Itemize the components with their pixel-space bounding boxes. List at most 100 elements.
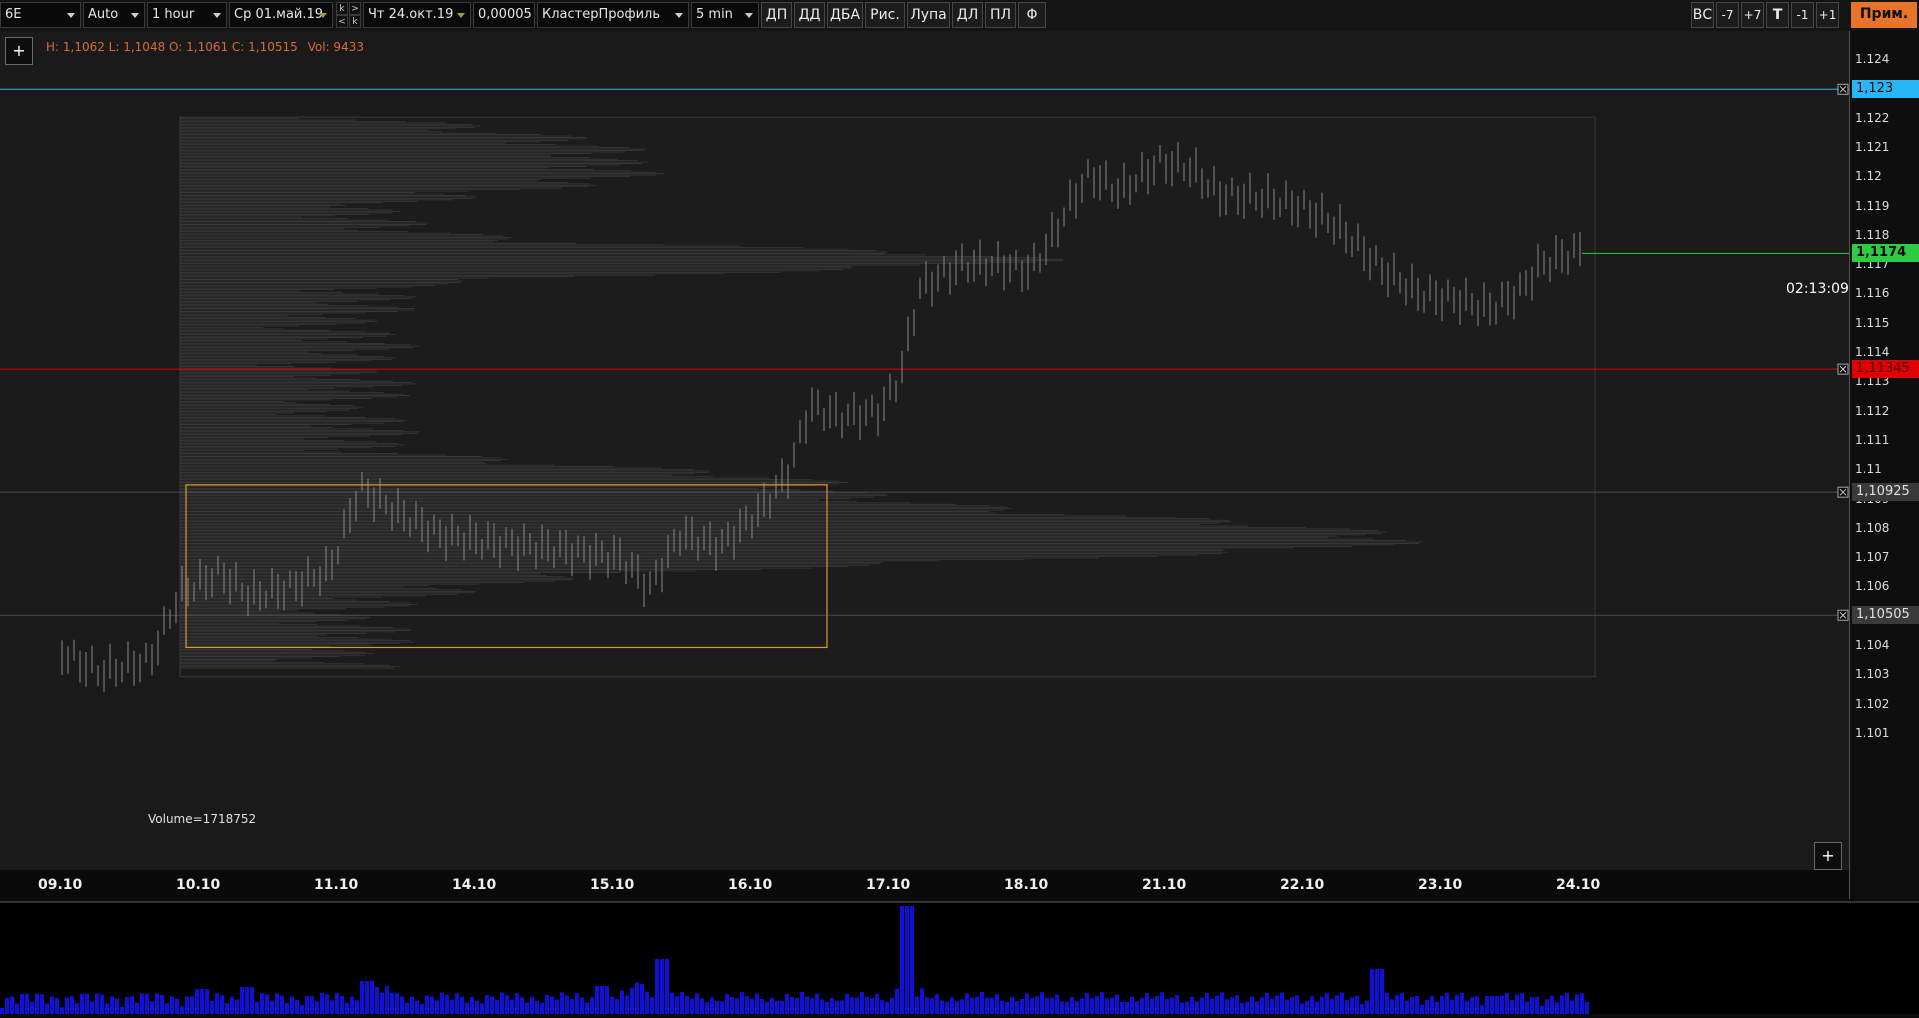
volume-bar: [1195, 1001, 1199, 1014]
volume-bar: [1435, 1001, 1439, 1014]
volume-bar: [950, 997, 954, 1014]
timeframe-select[interactable]: 1 hour: [147, 2, 227, 28]
volume-bar: [1210, 998, 1214, 1014]
volume-bar: [85, 993, 89, 1014]
volume-bar: [435, 1000, 439, 1014]
volume-bar: [515, 993, 519, 1014]
volume-bar: [520, 997, 524, 1014]
t-button[interactable]: T: [1766, 2, 1789, 28]
date-to-select[interactable]: Чт 24.окт.19: [363, 2, 471, 28]
price-level-tag[interactable]: 1,11345: [1852, 360, 1919, 379]
volume-bar: [1225, 999, 1229, 1014]
volume-bar: [445, 994, 449, 1014]
volume-bar: [1090, 998, 1094, 1014]
volume-bar: [95, 993, 99, 1014]
volume-bar: [245, 987, 249, 1014]
volume-bar: [825, 1002, 829, 1014]
spin-down-left[interactable]: <: [336, 15, 348, 28]
volume-bar: [1420, 1004, 1424, 1014]
plus7-button[interactable]: +7: [1741, 2, 1764, 28]
volume-panel[interactable]: [0, 901, 1919, 1014]
dd-button[interactable]: ДД: [794, 2, 825, 28]
volume-bar: [1380, 969, 1384, 1014]
volume-bar: [705, 1002, 709, 1014]
add-indicator-button[interactable]: +: [5, 37, 33, 65]
date-from-select[interactable]: Ср 01.май.19: [229, 2, 333, 28]
spin-down-right[interactable]: k: [349, 15, 361, 28]
volume-bar: [600, 986, 604, 1014]
price-level-tag[interactable]: 1,10925: [1852, 483, 1919, 502]
volume-bar: [1110, 997, 1114, 1014]
volume-bar: [695, 993, 699, 1014]
volume-bar: [650, 997, 654, 1014]
volume-bar: [275, 993, 279, 1014]
scale-mode-value: Auto: [88, 7, 119, 22]
volume-bar: [1085, 993, 1089, 1014]
price-tick-label: 1.12: [1855, 169, 1882, 184]
volume-bar: [550, 996, 554, 1014]
price-level-tag[interactable]: 1,1174: [1852, 244, 1919, 263]
volume-bar: [690, 998, 694, 1014]
volume-bar: [995, 994, 999, 1014]
price-level-tag[interactable]: 1,123: [1852, 80, 1919, 99]
volume-bar: [260, 993, 264, 1014]
volume-bar: [1055, 994, 1059, 1014]
vs-button[interactable]: ВС: [1691, 2, 1714, 28]
volume-bar: [1465, 1001, 1469, 1014]
volume-bar: [425, 995, 429, 1014]
volume-bar: [1275, 995, 1279, 1014]
volume-bar: [965, 993, 969, 1014]
price-tick-label: 1.106: [1855, 579, 1890, 594]
volume-bar: [470, 997, 474, 1014]
volume-bar: [1005, 1001, 1009, 1014]
volume-bar: [755, 993, 759, 1014]
volume-bar: [385, 986, 389, 1014]
cluster-period-select[interactable]: 5 min: [691, 2, 759, 28]
volume-bar: [1035, 996, 1039, 1014]
dl-button[interactable]: ДЛ: [952, 2, 983, 28]
price-tick-label: 1.107: [1855, 550, 1890, 565]
volume-bar: [1295, 995, 1299, 1014]
phi-button[interactable]: Φ: [1018, 2, 1046, 28]
spin-up-left[interactable]: k: [336, 2, 348, 15]
draw-button[interactable]: Рис.: [865, 2, 905, 28]
time-tick-label: 23.10: [1418, 877, 1463, 893]
dp-button[interactable]: ДП: [761, 2, 792, 28]
volume-bar: [1100, 992, 1104, 1014]
scale-mode-select[interactable]: Auto: [83, 2, 145, 28]
zoom-plus-button[interactable]: +: [1814, 842, 1842, 870]
volume-bar: [660, 959, 664, 1014]
volume-bar: [1155, 995, 1159, 1014]
tick-size-input[interactable]: 0,00005: [473, 2, 535, 28]
plus1-button[interactable]: +1: [1816, 2, 1839, 28]
volume-bar: [400, 996, 404, 1014]
date-from-value: Ср 01.май.19: [234, 7, 324, 22]
volume-bar: [475, 1000, 479, 1014]
volume-bar: [975, 996, 979, 1014]
spin-up-right[interactable]: >: [349, 2, 361, 15]
price-chart-canvas[interactable]: [0, 31, 1919, 899]
apply-button[interactable]: Прим.: [1851, 2, 1917, 28]
price-tick-label: 1.108: [1855, 520, 1890, 535]
volume-bar: [775, 1000, 779, 1014]
volume-bar: [1140, 998, 1144, 1014]
price-chart-panel[interactable]: [0, 31, 1919, 899]
magnifier-button[interactable]: Лупа: [907, 2, 950, 28]
date-to-value: Чт 24.окт.19: [368, 7, 454, 22]
volume-bar: [905, 906, 909, 1014]
volume-bar: [270, 1000, 274, 1014]
volume-bar: [20, 994, 24, 1014]
volume-bar: [155, 993, 159, 1014]
minus1-button[interactable]: -1: [1791, 2, 1814, 28]
volume-bar: [390, 992, 394, 1014]
symbol-select[interactable]: 6E: [0, 2, 81, 28]
volume-bar: [555, 999, 559, 1014]
volume-bar: [75, 1003, 79, 1014]
volume-bar: [370, 981, 374, 1014]
chart-type-select[interactable]: КластерПрофиль: [537, 2, 689, 28]
dba-button[interactable]: ДБА: [827, 2, 863, 28]
pl-button[interactable]: ПЛ: [985, 2, 1016, 28]
price-level-tag[interactable]: 1,10505: [1852, 606, 1919, 625]
minus7-button[interactable]: -7: [1716, 2, 1739, 28]
price-tick-label: 1.121: [1855, 139, 1890, 154]
